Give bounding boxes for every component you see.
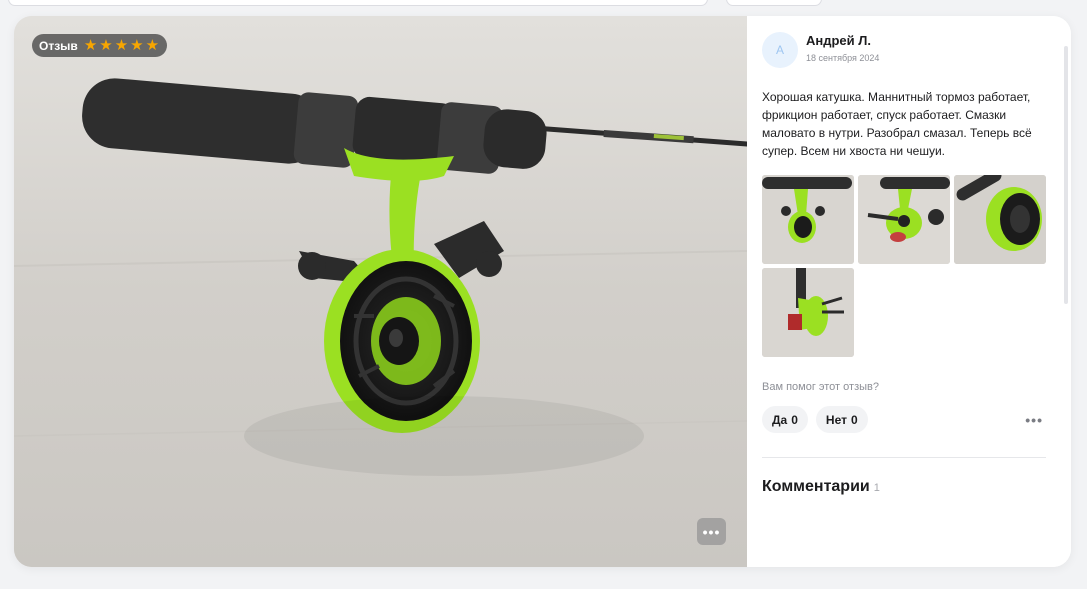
review-thumbnail[interactable] (858, 175, 950, 264)
star-icon: ★ (83, 37, 98, 54)
star-icon: ★ (130, 37, 144, 54)
author-name: Андрей Л. (806, 33, 871, 48)
avatar: А (762, 32, 798, 68)
author-row: А Андрей Л. 18 сентября 2024 (762, 32, 879, 68)
author-info: Андрей Л. 18 сентября 2024 (806, 32, 879, 68)
vote-yes-button[interactable]: Да 0 (762, 406, 808, 433)
fishing-reel-image (14, 16, 747, 567)
vote-no-count: 0 (850, 412, 858, 427)
star-icon: ★ (99, 37, 113, 54)
comments-header: Комментарии 1 (762, 478, 880, 496)
comments-title: Комментарии (762, 478, 870, 495)
top-bar-pill (726, 0, 822, 6)
top-bar-pill (8, 0, 708, 6)
photo-more-button[interactable]: ••• (697, 518, 726, 545)
review-more-button[interactable]: ••• (1025, 412, 1043, 428)
more-icon: ••• (702, 523, 721, 540)
star-icon: ★ (114, 37, 129, 54)
thumbnail-image (954, 175, 1046, 264)
rating-badge: Отзыв ★ ★ ★ ★ ★ (32, 34, 168, 57)
thumbnail-image (762, 175, 854, 264)
star-icon: ★ (145, 37, 160, 54)
top-bar-line (838, 0, 1087, 6)
rating-stars: ★ ★ ★ ★ ★ (84, 38, 159, 53)
review-date: 18 сентября 2024 (806, 53, 880, 63)
vote-no-button[interactable]: Нет 0 (815, 406, 868, 433)
vote-row: Да 0 Нет 0 (762, 406, 868, 433)
thumbnail-image (762, 268, 854, 357)
review-thumbnail[interactable] (762, 175, 854, 264)
vote-yes-count: 0 (791, 412, 798, 427)
review-text: Хорошая катушка. Маннитный тормоз работа… (762, 90, 1032, 158)
review-photo[interactable]: Отзыв ★ ★ ★ ★ ★ ••• (14, 16, 747, 567)
divider (762, 457, 1046, 458)
helpful-question: Вам помог этот отзыв? (762, 381, 879, 393)
badge-label: Отзыв (39, 38, 78, 53)
thumbnail-image (858, 175, 950, 264)
review-thumbnail[interactable] (954, 175, 1046, 264)
more-icon: ••• (1025, 412, 1043, 428)
vote-no-label: Нет (825, 412, 847, 427)
review-thumbnail[interactable] (762, 268, 854, 357)
review-panel: А Андрей Л. 18 сентября 2024 Хорошая кат… (747, 16, 1071, 567)
comments-count: 1 (873, 482, 880, 494)
vote-yes-label: Да (772, 412, 788, 427)
review-modal: Отзыв ★ ★ ★ ★ ★ ••• А Андрей Л. 18 сентя… (14, 16, 1071, 567)
panel-scrollbar[interactable] (1064, 46, 1068, 304)
review-thumbnails (762, 175, 1052, 357)
top-strip (0, 0, 1087, 10)
